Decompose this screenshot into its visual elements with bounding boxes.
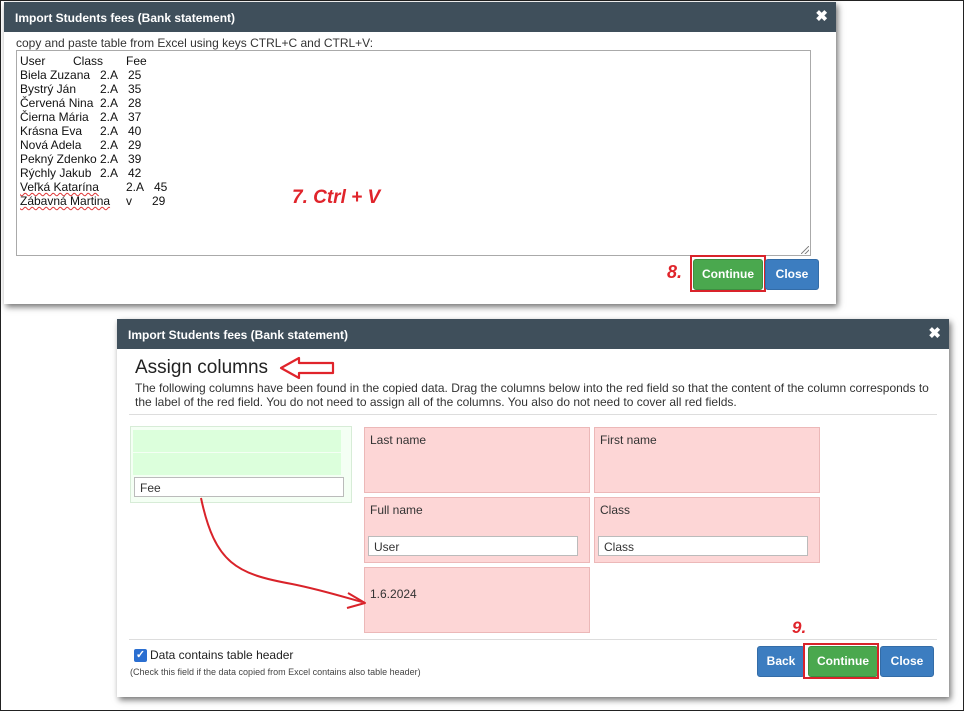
cell-fee: 25 bbox=[128, 68, 142, 82]
dialog-titlebar: Import Students fees (Bank statement) ✖ bbox=[117, 319, 949, 349]
pasted-row: Zábavná Martina v 29 bbox=[20, 194, 165, 264]
cell-fee: 29 bbox=[128, 138, 142, 152]
target-first-name[interactable]: First name bbox=[594, 427, 820, 493]
target-last-name[interactable]: Last name bbox=[364, 427, 590, 493]
column-chip-user[interactable]: User bbox=[368, 536, 578, 556]
target-label: Full name bbox=[370, 503, 423, 517]
cell-user: Čierna Mária bbox=[20, 110, 89, 124]
cell-fee: 42 bbox=[128, 166, 142, 180]
cell-class: 2.A bbox=[100, 166, 119, 180]
cell-user: Biela Zuzana bbox=[20, 68, 91, 82]
cell-user: Zábavná Martina bbox=[20, 194, 111, 208]
close-icon[interactable]: ✖ bbox=[815, 7, 828, 25]
annotation-step-8: 8. bbox=[667, 262, 683, 282]
cell-class: 2.A bbox=[100, 110, 119, 124]
empty-column-slot bbox=[133, 453, 341, 475]
cell-class: 2.A bbox=[126, 180, 145, 194]
divider bbox=[129, 414, 937, 415]
arrow-left-annotation-icon bbox=[279, 356, 335, 380]
cell-user: Pekný Zdenko bbox=[20, 152, 97, 166]
column-chip-class[interactable]: Class bbox=[598, 536, 808, 556]
cell-class: 2.A bbox=[100, 152, 119, 166]
checkbox-hint: (Check this field if the data copied fro… bbox=[130, 667, 421, 677]
target-class[interactable]: Class Class bbox=[594, 497, 820, 563]
cell-class: v bbox=[126, 194, 132, 208]
cell-fee: 28 bbox=[128, 96, 142, 110]
close-button[interactable]: Close bbox=[880, 646, 934, 677]
target-label: Class bbox=[600, 503, 631, 517]
target-label: First name bbox=[600, 433, 657, 447]
close-icon[interactable]: ✖ bbox=[928, 324, 941, 342]
assign-columns-dialog: Import Students fees (Bank statement) ✖ … bbox=[117, 319, 949, 697]
drag-arrow-annotation-icon bbox=[200, 497, 366, 609]
back-button[interactable]: Back bbox=[757, 646, 805, 677]
header-user: User bbox=[20, 54, 46, 68]
target-date[interactable]: 1.6.2024 bbox=[364, 567, 590, 633]
annotation-paste: 7. Ctrl + V bbox=[292, 187, 381, 208]
empty-column-slot bbox=[133, 430, 341, 452]
dialog-title: Import Students fees (Bank statement) bbox=[128, 328, 349, 342]
cell-user: Krásna Eva bbox=[20, 124, 83, 138]
dialog-title: Import Students fees (Bank statement) bbox=[15, 11, 236, 25]
annotation-step-9: 9. bbox=[792, 618, 807, 637]
cell-fee: 39 bbox=[128, 152, 142, 166]
paste-textarea[interactable]: User Class Fee Biela Zuzana 2.A 25 Bystr… bbox=[16, 50, 811, 256]
unassigned-columns-panel: Fee bbox=[130, 426, 352, 503]
target-label: 1.6.2024 bbox=[370, 587, 417, 601]
cell-user: Rýchly Jakub bbox=[20, 166, 92, 180]
cell-class: 2.A bbox=[100, 68, 119, 82]
cell-fee: 35 bbox=[128, 82, 142, 96]
continue-button[interactable]: Continue bbox=[693, 259, 763, 290]
cell-user: Červená Nina bbox=[20, 96, 94, 110]
continue-button[interactable]: Continue bbox=[808, 646, 878, 677]
paste-dialog: Import Students fees (Bank statement) ✖ … bbox=[4, 2, 836, 304]
checkbox-label: Data contains table header bbox=[150, 648, 294, 662]
header-class: Class bbox=[73, 54, 104, 68]
paste-instructions: copy and paste table from Excel using ke… bbox=[16, 36, 374, 50]
divider bbox=[129, 639, 937, 640]
resize-handle[interactable] bbox=[801, 246, 809, 254]
cell-class: 2.A bbox=[100, 82, 119, 96]
cell-class: 2.A bbox=[100, 96, 119, 110]
dialog-titlebar: Import Students fees (Bank statement) ✖ bbox=[4, 2, 836, 32]
cell-fee: 45 bbox=[154, 180, 168, 194]
target-full-name[interactable]: Full name User bbox=[364, 497, 590, 563]
cell-fee: 29 bbox=[152, 194, 166, 208]
header-fee: Fee bbox=[126, 54, 147, 68]
assign-description: The following columns have been found in… bbox=[135, 381, 929, 409]
cell-class: 2.A bbox=[100, 124, 119, 138]
target-label: Last name bbox=[370, 433, 427, 447]
cell-class: 2.A bbox=[100, 138, 119, 152]
cell-fee: 37 bbox=[128, 110, 142, 124]
cell-user: Bystrý Ján bbox=[20, 82, 77, 96]
cell-user: Nová Adela bbox=[20, 138, 82, 152]
header-checkbox[interactable]: ✓ bbox=[134, 649, 147, 662]
cell-fee: 40 bbox=[128, 124, 142, 138]
page-title: Assign columns bbox=[135, 357, 269, 378]
cell-user: Veľká Katarína bbox=[20, 180, 99, 194]
close-button[interactable]: Close bbox=[765, 259, 819, 290]
